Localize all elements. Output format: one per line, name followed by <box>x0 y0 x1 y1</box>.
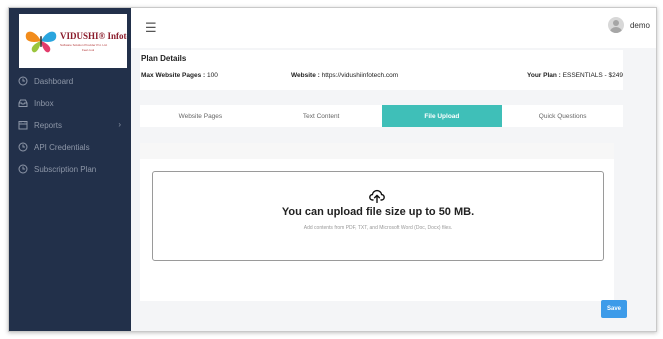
your-plan-value: ESSENTIALS - $249 <box>562 72 623 79</box>
logo-subtext: Feel cool <box>82 48 95 52</box>
your-plan: Your Plan : ESSENTIALS - $249 <box>527 72 623 79</box>
sidebar-item-label: Reports <box>34 120 63 130</box>
sidebar-item-dashboard[interactable]: Dashboard <box>9 70 131 92</box>
top-bar: ☰ demo <box>131 8 656 48</box>
clock-icon <box>18 164 28 174</box>
tab-website-pages[interactable]: Website Pages <box>140 105 261 127</box>
tab-text-content[interactable]: Text Content <box>261 105 382 127</box>
app-window: VIDUSHI® Infotech Software Solution Prov… <box>8 7 657 332</box>
chevron-right-icon: › <box>118 120 121 129</box>
sidebar-item-api-credentials[interactable]: API Credentials <box>9 136 131 158</box>
clock-icon <box>18 76 28 86</box>
main-content: Plan Details Max Website Pages : 100 Web… <box>131 48 656 331</box>
logo-tagline: Software Solution Provider Pvt. Ltd. <box>60 43 108 47</box>
sidebar: VIDUSHI® Infotech Software Solution Prov… <box>9 8 131 331</box>
username: demo <box>629 20 650 30</box>
upload-title: You can upload file size up to 50 MB. <box>281 206 475 218</box>
sidebar-item-subscription-plan[interactable]: Subscription Plan <box>9 158 131 180</box>
plan-title: Plan Details <box>141 54 187 63</box>
file-upload-card: You can upload file size up to 50 MB. Ad… <box>140 143 614 301</box>
clock-icon <box>18 142 28 152</box>
logo-brand-text: VIDUSHI® Infotech <box>60 31 127 41</box>
sidebar-nav: Dashboard Inbox Reports › API Credential… <box>9 70 131 180</box>
logo[interactable]: VIDUSHI® Infotech Software Solution Prov… <box>19 14 127 68</box>
max-pages-value: 100 <box>207 72 218 79</box>
website-value: https://vidushiinfotech.com <box>321 72 399 79</box>
max-pages: Max Website Pages : 100 <box>141 72 218 79</box>
menu-icon[interactable]: ☰ <box>145 20 157 36</box>
sidebar-item-label: Dashboard <box>34 76 74 86</box>
user-menu[interactable]: demo <box>607 17 650 33</box>
upload-subtitle: Add contents from PDF, TXT, and Microsof… <box>303 225 453 231</box>
website: Website : https://vidushiinfotech.com <box>291 72 398 79</box>
plan-details-card: Plan Details Max Website Pages : 100 Web… <box>140 50 623 90</box>
sidebar-item-label: Subscription Plan <box>34 164 97 174</box>
butterfly-logo-icon <box>25 31 57 53</box>
website-label: Website : <box>291 72 320 79</box>
your-plan-label: Your Plan : <box>527 72 561 79</box>
max-pages-label: Max Website Pages : <box>141 72 206 79</box>
calendar-icon <box>18 120 28 130</box>
save-button[interactable]: Save <box>601 300 627 318</box>
sidebar-item-label: Inbox <box>34 98 54 108</box>
content-tabs: Website Pages Text Content File Upload Q… <box>140 105 623 127</box>
tab-quick-questions[interactable]: Quick Questions <box>502 105 623 127</box>
sidebar-item-reports[interactable]: Reports › <box>9 114 131 136</box>
inbox-icon <box>18 98 28 108</box>
tab-file-upload[interactable]: File Upload <box>381 105 503 127</box>
sidebar-item-label: API Credentials <box>34 142 90 152</box>
sidebar-item-inbox[interactable]: Inbox <box>9 92 131 114</box>
file-dropzone[interactable]: You can upload file size up to 50 MB. Ad… <box>152 171 604 261</box>
avatar <box>607 17 624 33</box>
